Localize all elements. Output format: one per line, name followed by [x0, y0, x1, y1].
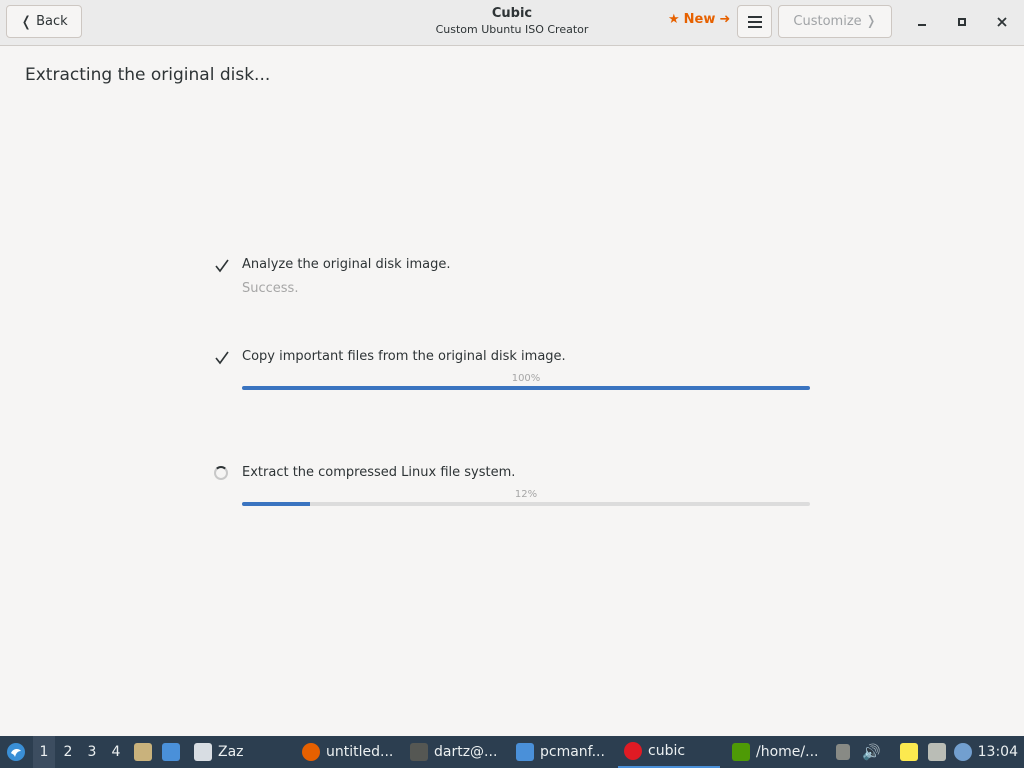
checkmark-icon — [214, 258, 230, 274]
task-cubic[interactable]: cubic — [618, 736, 720, 768]
step-copy-progress-bar — [242, 386, 810, 390]
customize-button-label: Customize — [793, 14, 862, 29]
tray-eject[interactable] — [836, 736, 850, 768]
window-subtitle: Custom Ubuntu ISO Creator — [435, 23, 589, 36]
task-label: pcmanf... — [540, 744, 605, 760]
tray-network[interactable] — [928, 736, 946, 768]
menu-button[interactable] — [737, 5, 772, 38]
task-terminal[interactable]: dartz@... — [410, 736, 497, 768]
back-button[interactable]: ❬ Back — [6, 5, 82, 38]
workspace-2[interactable]: 2 — [57, 736, 79, 768]
chevron-left-icon: ❬ — [20, 13, 33, 30]
star-icon: ★ — [668, 12, 680, 27]
taskbar: 1 2 3 4 Zaz untitled... dartz@... pcmanf… — [0, 736, 1024, 768]
task-label: /home/... — [756, 744, 819, 760]
arrow-right-icon: ➜ — [719, 12, 731, 27]
start-menu-button[interactable] — [4, 736, 28, 768]
checkmark-icon — [214, 350, 230, 366]
chevron-right-icon: ❭ — [865, 14, 877, 29]
step-copy-label: Copy important files from the original d… — [242, 349, 566, 364]
task-firefox[interactable]: untitled... — [302, 736, 393, 768]
maximize-button[interactable] — [950, 10, 974, 34]
workspace-4[interactable]: 4 — [105, 736, 127, 768]
task-label: Zaz — [218, 744, 244, 760]
new-button[interactable]: ★ New ➜ — [668, 12, 730, 27]
cubic-icon — [624, 742, 642, 760]
tray-notifications[interactable] — [954, 736, 972, 768]
network-icon — [928, 743, 946, 761]
archive-icon — [732, 743, 750, 761]
notification-icon — [954, 743, 972, 761]
clock: 13:04 — [977, 744, 1018, 760]
step-copy-progress-fill — [242, 386, 810, 390]
step-extract-progress-bar — [242, 502, 810, 506]
launcher-desktop[interactable] — [162, 736, 180, 768]
close-button[interactable] — [990, 10, 1014, 34]
clipboard-icon — [900, 743, 918, 761]
task-archive[interactable]: /home/... — [732, 736, 818, 768]
close-icon — [997, 17, 1007, 27]
tray-volume[interactable]: 🔊 — [862, 736, 881, 768]
workspace-1[interactable]: 1 — [33, 736, 55, 768]
firefox-icon — [302, 743, 320, 761]
title-area: Cubic Custom Ubuntu ISO Creator — [400, 6, 624, 36]
window-icon — [194, 743, 212, 761]
maximize-icon — [958, 18, 966, 26]
app-menu-icon — [7, 743, 25, 761]
task-label: cubic — [648, 743, 686, 759]
header-bar: ❬ Back Cubic Custom Ubuntu ISO Creator ★… — [0, 0, 1024, 46]
step-extract-progress-text: 12% — [514, 489, 538, 500]
volume-icon: 🔊 — [862, 743, 881, 761]
tray-clipboard[interactable] — [900, 736, 918, 768]
step-extract-label: Extract the compressed Linux file system… — [242, 465, 516, 480]
step-extract-progress-fill — [242, 502, 311, 506]
customize-button[interactable]: Customize ❭ — [778, 5, 892, 38]
page-title: Extracting the original disk... — [25, 65, 271, 85]
task-label: untitled... — [326, 744, 394, 760]
desktop-icon — [162, 743, 180, 761]
step-analyze-label: Analyze the original disk image. — [242, 257, 451, 272]
terminal-icon — [410, 743, 428, 761]
folder-icon — [516, 743, 534, 761]
workspace-3[interactable]: 3 — [81, 736, 103, 768]
eject-icon — [836, 744, 850, 760]
window-title: Cubic — [491, 6, 533, 21]
step-analyze-status: Success. — [242, 281, 299, 296]
back-button-label: Back — [36, 14, 68, 29]
step-copy-progress-text: 100% — [511, 373, 541, 384]
task-label: dartz@... — [434, 744, 498, 760]
file-cabinet-icon — [134, 743, 152, 761]
spinner-icon — [214, 466, 230, 482]
minimize-button[interactable] — [910, 10, 934, 34]
hamburger-icon — [747, 15, 762, 28]
new-button-label: New — [683, 12, 716, 27]
task-pcmanfm[interactable]: pcmanf... — [516, 736, 605, 768]
task-zaz[interactable]: Zaz — [194, 736, 244, 768]
minimize-icon — [918, 24, 926, 26]
launcher-file-manager[interactable] — [134, 736, 152, 768]
